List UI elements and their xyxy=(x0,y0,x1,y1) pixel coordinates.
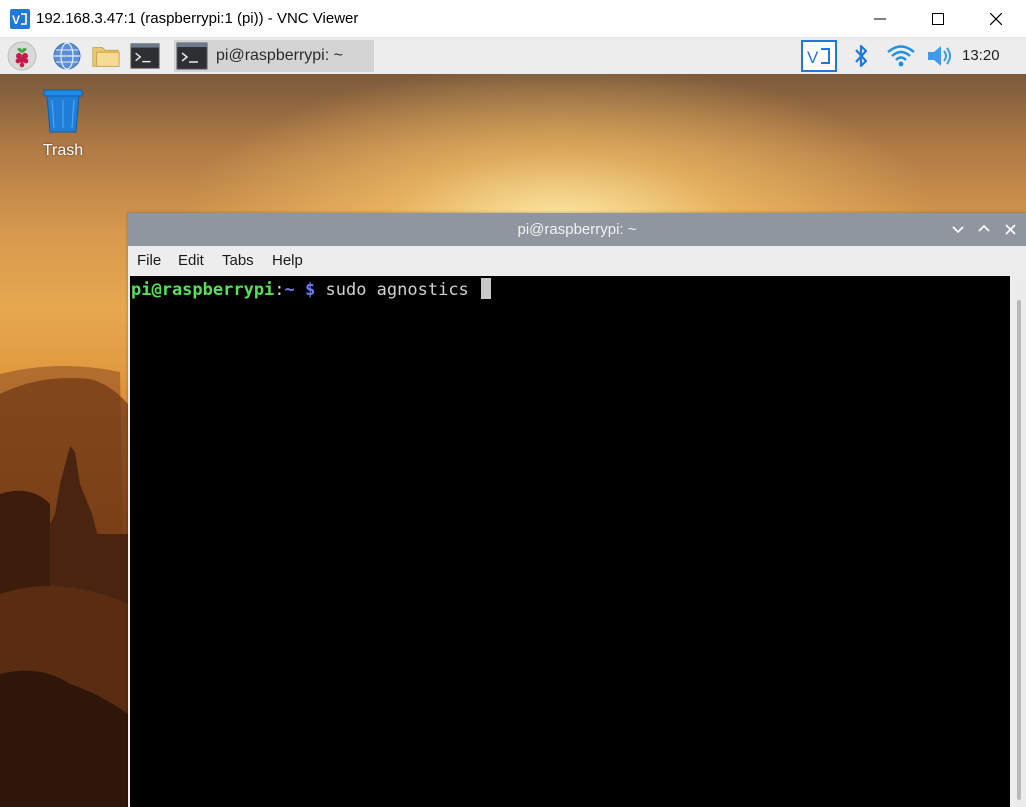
terminal-menu-bar: File Edit Tabs Help xyxy=(128,246,1026,276)
prompt-path: ~ $ xyxy=(284,280,316,300)
volume-icon xyxy=(928,46,951,66)
taskbar-clock[interactable]: 13:20 xyxy=(962,47,1000,64)
text-cursor xyxy=(481,278,492,299)
menu-tabs[interactable]: Tabs xyxy=(222,252,254,269)
prompt-separator: : xyxy=(274,280,285,300)
close-button[interactable] xyxy=(967,0,1025,38)
vnc-server-icon: V xyxy=(801,40,837,72)
volume-tray-button[interactable] xyxy=(924,40,956,72)
trash-label: Trash xyxy=(42,142,84,159)
terminal-title-bar[interactable]: pi@raspberrypi: ~ xyxy=(128,213,1026,246)
maximize-button[interactable] xyxy=(909,0,967,38)
vnc-server-tray-button[interactable]: V xyxy=(801,40,837,72)
menu-help[interactable]: Help xyxy=(272,252,303,269)
svg-text:V: V xyxy=(807,48,819,67)
maximize-icon xyxy=(932,13,944,25)
pi-taskbar: pi@raspberrypi: ~ V 13:20 xyxy=(0,38,1026,74)
chevron-up-icon xyxy=(978,224,990,232)
svg-text:V: V xyxy=(12,13,20,27)
window-title: 192.168.3.47:1 (raspberrypi:1 (pi)) - VN… xyxy=(36,10,359,27)
terminal-maximize-button[interactable] xyxy=(974,219,994,239)
file-manager-button[interactable] xyxy=(91,41,121,71)
desktop-wallpaper: Trash pi@raspberrypi: ~ File Edit Tabs H… xyxy=(0,74,1026,807)
wifi-icon xyxy=(887,45,915,67)
raspberry-menu-icon xyxy=(7,41,37,71)
terminal-icon xyxy=(130,43,160,69)
bluetooth-tray-button[interactable] xyxy=(850,40,872,72)
minimize-icon xyxy=(874,18,886,20)
terminal-command: sudo agnostics xyxy=(315,280,480,300)
trash-icon xyxy=(43,89,83,133)
taskbar-terminal-task[interactable]: pi@raspberrypi: ~ xyxy=(174,40,374,72)
file-manager-icon xyxy=(92,47,120,67)
menu-edit[interactable]: Edit xyxy=(178,252,204,269)
web-browser-button[interactable] xyxy=(52,41,82,71)
terminal-window: pi@raspberrypi: ~ File Edit Tabs Help pi… xyxy=(128,213,1026,807)
close-icon xyxy=(990,13,1002,25)
taskbar-task-label: pi@raspberrypi: ~ xyxy=(216,47,343,64)
terminal-title: pi@raspberrypi: ~ xyxy=(517,221,637,238)
vnc-viewer-logo-icon: V xyxy=(10,9,30,29)
chevron-down-icon xyxy=(952,226,964,234)
raspberry-menu-button[interactable] xyxy=(7,41,37,71)
desktop-icon-trash[interactable]: Trash xyxy=(30,88,96,160)
terminal-icon xyxy=(176,42,208,70)
terminal-minimize-button[interactable] xyxy=(948,219,968,239)
wifi-tray-button[interactable] xyxy=(885,40,917,72)
vnc-title-bar: V 192.168.3.47:1 (raspberrypi:1 (pi)) - … xyxy=(0,0,1026,38)
bluetooth-icon xyxy=(855,44,868,68)
minimize-button[interactable] xyxy=(851,0,909,38)
terminal-output[interactable]: pi@raspberrypi:~ $ sudo agnostics xyxy=(130,276,1010,807)
prompt-user-host: pi@raspberrypi xyxy=(131,280,275,300)
terminal-prompt-line: pi@raspberrypi:~ $ sudo agnostics xyxy=(131,278,492,301)
terminal-close-button[interactable] xyxy=(1000,219,1020,239)
terminal-scrollbar[interactable] xyxy=(1010,276,1026,807)
close-icon xyxy=(1004,223,1016,235)
web-browser-icon xyxy=(53,42,81,70)
scrollbar-thumb[interactable] xyxy=(1017,300,1021,800)
menu-file[interactable]: File xyxy=(137,252,161,269)
terminal-launcher-button[interactable] xyxy=(130,41,160,71)
